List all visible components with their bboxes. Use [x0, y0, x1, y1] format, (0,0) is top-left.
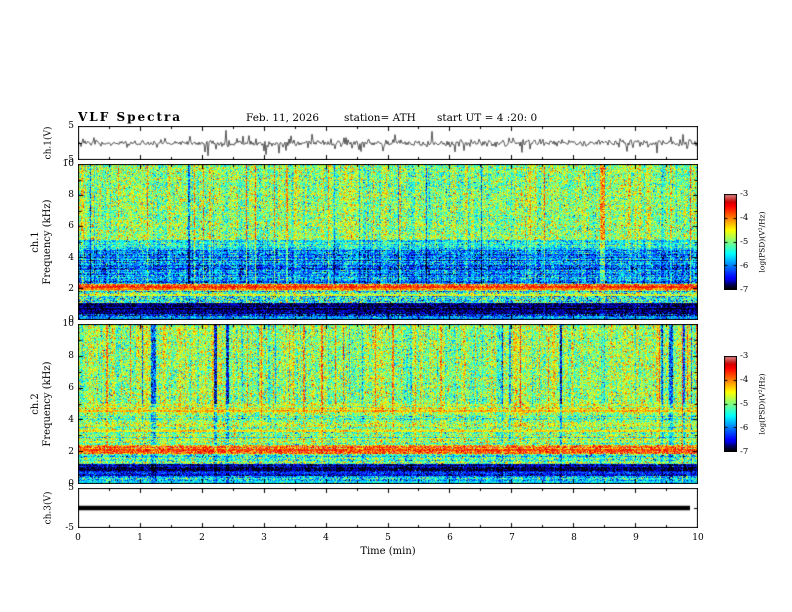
vlf-spectra-figure: VLF Spectra Feb. 11, 2026 station= ATH s…	[0, 0, 792, 612]
ch1-waveform-panel	[78, 126, 698, 160]
ch1-spec-ylabel-line2: Frequency (kHz)	[42, 199, 53, 285]
colorbar2-tick: -5	[740, 399, 749, 409]
ch2-spec-ytick: 10	[62, 319, 74, 329]
colorbar1-tick: -6	[740, 261, 749, 271]
colorbar1-tick: -5	[740, 237, 749, 247]
ch2-spec-ytick: 2	[68, 447, 74, 457]
colorbar1-tick: -4	[740, 213, 749, 223]
ch1-spec-ytick: 6	[68, 221, 74, 232]
colorbar2-tick: -3	[740, 351, 749, 361]
colorbar2-tick: -6	[740, 423, 749, 433]
ch1-spec-ytick: 2	[68, 283, 74, 294]
ch1-spec-ylabel-line1: ch.1	[30, 231, 41, 253]
time-xtick: 9	[633, 533, 639, 543]
time-xtick: 5	[385, 533, 391, 543]
time-xtick: 7	[509, 533, 515, 543]
plot-date: Feb. 11, 2026	[246, 112, 320, 124]
ch2-spec-ylabel-line1: ch.2	[30, 393, 41, 415]
ch1-spec-ytick: 10	[62, 159, 74, 169]
time-xtick: 2	[199, 533, 205, 543]
ch3-waveform-panel	[78, 488, 698, 528]
plot-title: VLF Spectra	[78, 110, 183, 124]
colorbar2-tick: -4	[740, 375, 749, 385]
ch3-wave-ytick: -5	[65, 523, 74, 533]
time-xtick: 4	[323, 533, 329, 543]
station-label: station= ATH	[344, 112, 416, 124]
ch1-wave-ylabel: ch.1(V)	[43, 126, 54, 160]
colorbar-ch1	[724, 194, 737, 290]
start-ut-label: start UT = 4 :20: 0	[437, 112, 538, 124]
colorbar1-label: log(PSD)(V²/Hz)	[757, 211, 767, 273]
ch2-spec-ytick: 8	[68, 351, 74, 361]
ch3-wave-ytick: 5	[68, 483, 74, 493]
time-xtick: 3	[261, 533, 267, 543]
ch1-spectrogram-panel	[78, 164, 698, 320]
ch1-spec-ytick: 4	[68, 252, 74, 263]
colorbar2-tick: -7	[740, 447, 749, 457]
ch3-wave-ylabel: ch.3(V)	[43, 491, 54, 525]
colorbar1-tick: -3	[740, 189, 749, 199]
time-xtick: 10	[692, 533, 704, 543]
colorbar1-tick: -7	[740, 285, 749, 295]
time-axis-label: Time (min)	[360, 546, 416, 557]
time-xtick: 6	[447, 533, 453, 543]
time-xtick: 1	[137, 533, 143, 543]
ch2-spec-ylabel-line2: Frequency (kHz)	[42, 361, 53, 447]
time-xtick: 8	[571, 533, 577, 543]
colorbar2-label: log(PSD)(V²/Hz)	[757, 373, 767, 435]
ch2-spec-ylabel: ch.2 Frequency (kHz)	[30, 361, 54, 446]
ch2-spec-ytick: 6	[68, 383, 74, 393]
ch1-wave-ytick: 5	[68, 121, 74, 131]
ch2-spec-ytick: 4	[68, 415, 74, 425]
ch2-spectrogram-panel	[78, 324, 698, 484]
ch1-spec-ylabel: ch.1 Frequency (kHz)	[30, 199, 54, 284]
time-xtick: 0	[75, 533, 81, 543]
colorbar-ch2	[724, 356, 737, 452]
ch1-spec-ytick: 8	[68, 190, 74, 201]
